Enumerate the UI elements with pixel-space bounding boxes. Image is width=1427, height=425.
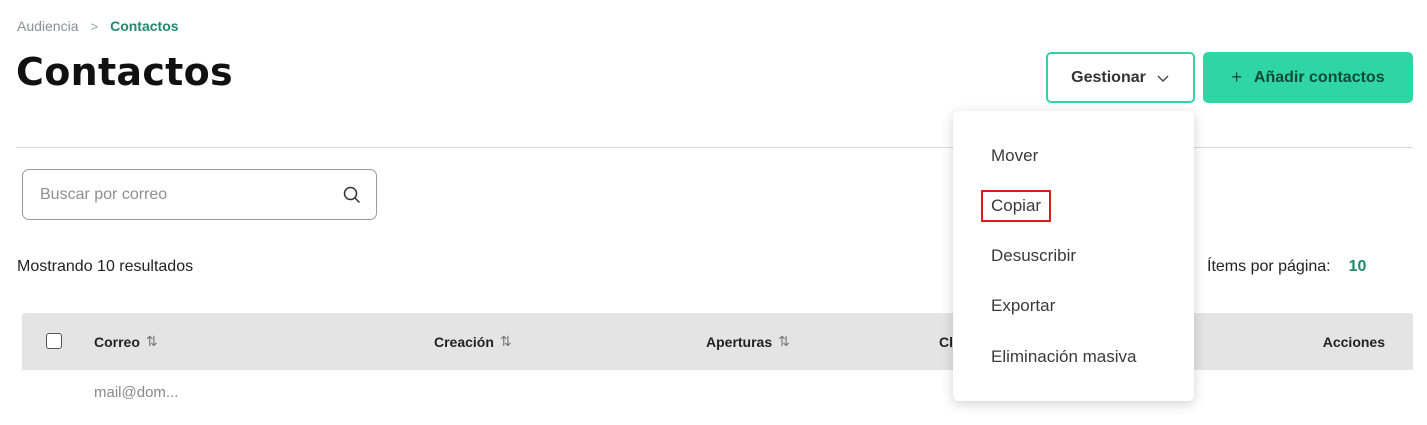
page-title: Contactos bbox=[16, 50, 233, 94]
column-header-created[interactable]: Creación ⇅ bbox=[434, 313, 512, 370]
menu-item-bulk-delete[interactable]: Eliminación masiva bbox=[991, 347, 1137, 367]
results-count: Mostrando 10 resultados bbox=[17, 258, 194, 275]
sort-icon[interactable]: ⇅ bbox=[146, 333, 158, 350]
add-contacts-button[interactable]: + Añadir contactos bbox=[1203, 52, 1413, 103]
breadcrumb: Audiencia > Contactos bbox=[17, 18, 179, 34]
chevron-down-icon bbox=[1157, 75, 1169, 82]
menu-item-move[interactable]: Mover bbox=[991, 146, 1038, 166]
sort-icon[interactable]: ⇅ bbox=[500, 333, 512, 350]
header-divider bbox=[16, 147, 1413, 148]
table-header: Correo ⇅ Creación ⇅ Aperturas ⇅ Cl Acciones bbox=[22, 313, 1413, 370]
manage-dropdown-menu: Mover Copiar Desuscribir Exportar Elimin… bbox=[953, 111, 1194, 401]
plus-icon: + bbox=[1231, 67, 1242, 87]
column-label: Aperturas bbox=[706, 333, 773, 350]
column-label: Correo bbox=[94, 333, 140, 350]
column-label: Acciones bbox=[1322, 333, 1385, 350]
select-all-checkbox[interactable] bbox=[46, 333, 62, 349]
menu-item-export[interactable]: Exportar bbox=[991, 296, 1055, 316]
breadcrumb-current: Contactos bbox=[110, 18, 179, 34]
menu-item-unsubscribe[interactable]: Desuscribir bbox=[991, 246, 1076, 266]
menu-item-copy[interactable]: Copiar bbox=[980, 190, 1052, 222]
column-header-actions: Acciones bbox=[1323, 313, 1385, 370]
search-box[interactable] bbox=[22, 169, 377, 220]
items-per-page: Ítems por página: 10 bbox=[1207, 258, 1366, 276]
viewport-clip bbox=[0, 400, 1427, 425]
column-header-email[interactable]: Correo ⇅ bbox=[94, 313, 158, 370]
breadcrumb-audiencia[interactable]: Audiencia bbox=[17, 18, 79, 34]
breadcrumb-separator-icon: > bbox=[90, 18, 99, 34]
sort-icon[interactable]: ⇅ bbox=[778, 333, 790, 350]
column-header-opens[interactable]: Aperturas ⇅ bbox=[706, 313, 790, 370]
add-contacts-label: Añadir contactos bbox=[1253, 68, 1385, 86]
column-label: Cl bbox=[939, 333, 953, 350]
column-label: Creación bbox=[434, 333, 494, 350]
search-input[interactable] bbox=[40, 185, 342, 204]
manage-button-label: Gestionar bbox=[1071, 68, 1146, 86]
items-per-page-value[interactable]: 10 bbox=[1349, 258, 1367, 276]
table-row[interactable]: mail@dom... bbox=[22, 370, 1413, 401]
items-per-page-label: Ítems por página: bbox=[1207, 258, 1331, 275]
manage-button[interactable]: Gestionar bbox=[1046, 52, 1195, 103]
column-header-clicks[interactable]: Cl bbox=[939, 313, 953, 370]
row-email: mail@dom... bbox=[94, 384, 179, 401]
search-icon[interactable] bbox=[342, 185, 362, 205]
